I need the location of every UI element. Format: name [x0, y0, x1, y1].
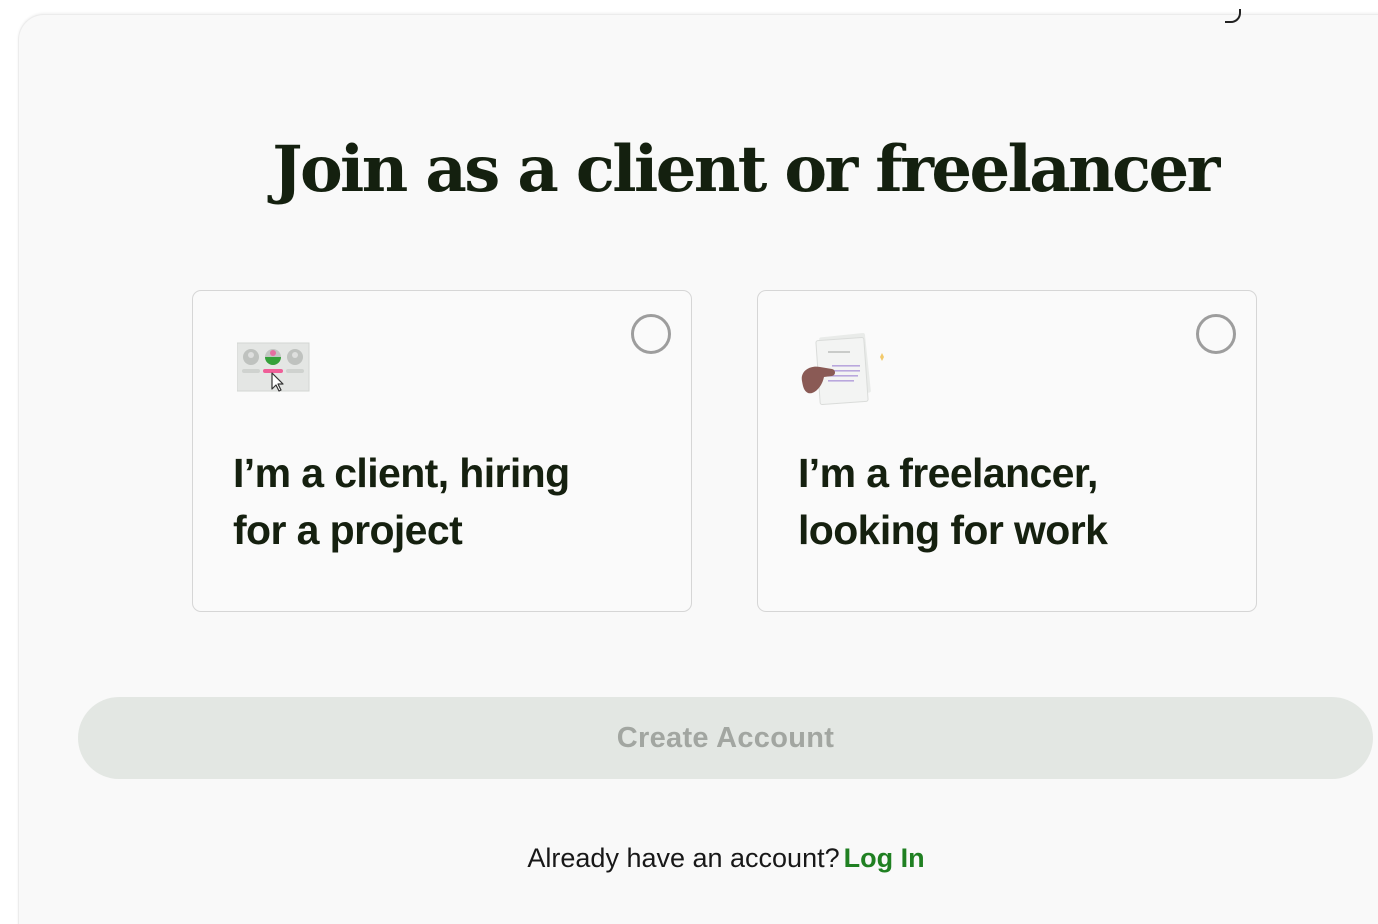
- client-option-card[interactable]: I’m a client, hiring for a project: [192, 290, 692, 612]
- hiring-board-icon: [236, 339, 313, 398]
- page-title: Join as a client or freelancer: [272, 132, 1220, 207]
- document-in-hand-icon: [798, 331, 884, 414]
- freelancer-option-label-line1: I’m a freelancer,: [798, 450, 1098, 496]
- login-prompt-text: Already have an account?: [527, 843, 840, 873]
- corner-curve-mark: [1225, 9, 1241, 23]
- create-account-button[interactable]: Create Account: [78, 697, 1373, 779]
- freelancer-option-label-line2: looking for work: [798, 507, 1108, 553]
- freelancer-option-label: I’m a freelancer, looking for work: [798, 445, 1218, 559]
- client-option-label-line1: I’m a client, hiring: [233, 450, 570, 496]
- freelancer-option-card[interactable]: I’m a freelancer, looking for work: [757, 290, 1257, 612]
- login-link[interactable]: Log In: [844, 843, 925, 873]
- login-prompt-line: Already have an account? Log In: [0, 843, 1378, 874]
- client-option-radio[interactable]: [631, 314, 671, 354]
- client-option-label-line2: for a project: [233, 507, 463, 553]
- freelancer-option-radio[interactable]: [1196, 314, 1236, 354]
- client-option-label: I’m a client, hiring for a project: [233, 445, 653, 559]
